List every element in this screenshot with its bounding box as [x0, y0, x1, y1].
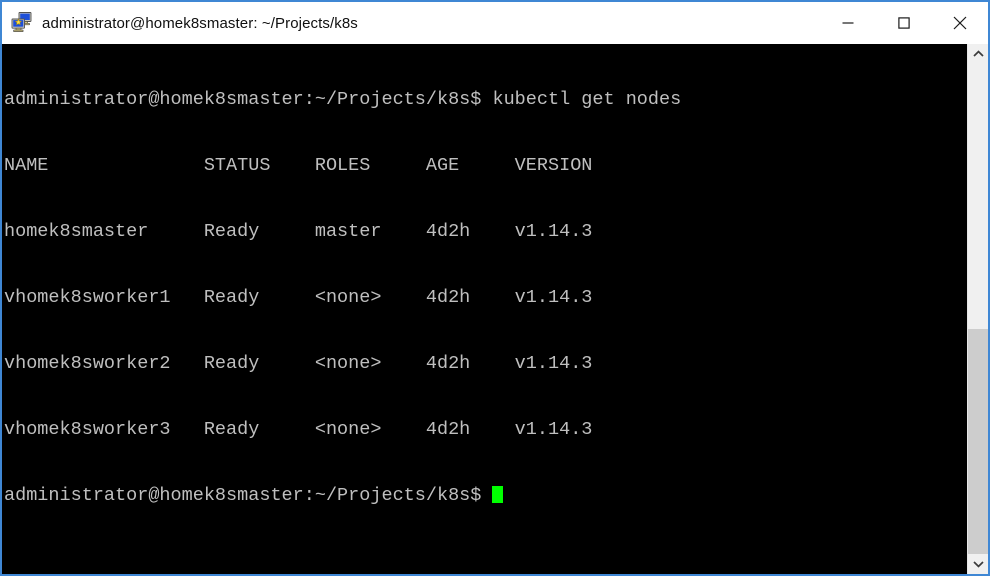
scroll-up-button[interactable] — [968, 44, 988, 64]
terminal-body: administrator@homek8smaster:~/Projects/k… — [2, 44, 988, 574]
shell-prompt: administrator@homek8smaster:~/Projects/k… — [4, 485, 493, 506]
scroll-down-button[interactable] — [968, 554, 988, 574]
scrollbar-track[interactable] — [968, 64, 988, 554]
terminal-line: administrator@homek8smaster:~/Projects/k… — [4, 89, 682, 110]
scrollbar-thumb[interactable] — [968, 328, 988, 554]
terminal-window: administrator@homek8smaster: ~/Projects/… — [0, 0, 990, 576]
text-cursor — [492, 486, 504, 503]
chevron-down-icon — [972, 561, 984, 568]
window-title: administrator@homek8smaster: ~/Projects/… — [42, 14, 358, 32]
maximize-icon — [898, 17, 910, 29]
vertical-scrollbar[interactable] — [967, 44, 988, 574]
minimize-button[interactable] — [820, 2, 876, 44]
title-bar[interactable]: administrator@homek8smaster: ~/Projects/… — [2, 2, 988, 44]
close-icon — [953, 16, 967, 30]
putty-icon — [10, 11, 34, 35]
chevron-up-icon — [972, 50, 984, 57]
terminal-prompt-line: administrator@homek8smaster:~/Projects/k… — [4, 485, 967, 507]
maximize-button[interactable] — [876, 2, 932, 44]
minimize-icon — [842, 22, 854, 24]
terminal-output: administrator@homek8smaster:~/Projects/k… — [4, 45, 967, 551]
terminal-header-row: NAME STATUS ROLES AGE VERSION — [4, 155, 593, 176]
close-button[interactable] — [932, 2, 988, 44]
terminal-line: homek8smaster Ready master 4d2h v1.14.3 — [4, 221, 593, 242]
terminal-line: vhomek8sworker1 Ready <none> 4d2h v1.14.… — [4, 287, 593, 308]
terminal-line: vhomek8sworker2 Ready <none> 4d2h v1.14.… — [4, 353, 593, 374]
terminal-screen[interactable]: administrator@homek8smaster:~/Projects/k… — [2, 44, 967, 574]
window-controls — [820, 2, 988, 44]
terminal-line: vhomek8sworker3 Ready <none> 4d2h v1.14.… — [4, 419, 593, 440]
